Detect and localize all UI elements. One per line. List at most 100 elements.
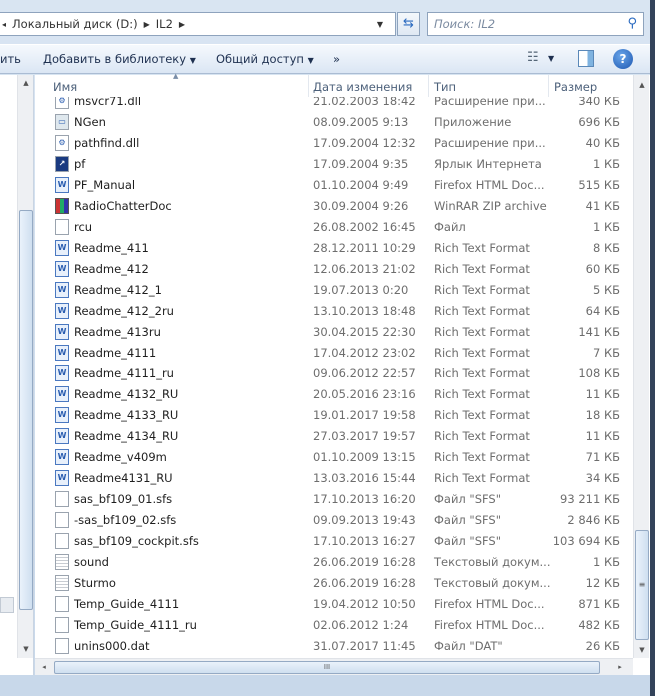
file-row[interactable]: W Readme_413ru 30.04.2015 22:30 Rich Tex…: [35, 322, 633, 343]
breadcrumb-folder[interactable]: IL2: [156, 17, 173, 31]
file-name: Readme4131_RU: [74, 471, 173, 486]
cut-button[interactable]: ить: [0, 52, 21, 66]
file-row[interactable]: W PF_Manual 01.10.2004 9:49 Firefox HTML…: [35, 175, 633, 196]
file-date: 31.07.2017 11:45: [313, 638, 416, 653]
file-name: unins000.dat: [74, 638, 150, 653]
preview-pane-icon[interactable]: [578, 50, 594, 67]
scroll-up-icon[interactable]: ▲: [19, 75, 33, 91]
scroll-down-icon[interactable]: ▼: [19, 641, 33, 657]
share-button[interactable]: Общий доступ ▼: [216, 52, 314, 66]
file-row[interactable]: W Readme_4111 17.04.2012 23:02 Rich Text…: [35, 343, 633, 364]
file-row[interactable]: -sas_bf109_02.sfs 09.09.2013 19:43 Файл …: [35, 510, 633, 531]
chevron-down-icon: ▼: [189, 56, 196, 65]
file-date: 09.06.2012 22:57: [313, 366, 416, 381]
nav-item[interactable]: [0, 597, 14, 613]
file-row[interactable]: W Readme_412 12.06.2013 21:02 Rich Text …: [35, 259, 633, 280]
file-row[interactable]: Sturmo 26.06.2019 16:28 Текстовый докум.…: [35, 573, 633, 594]
help-icon[interactable]: ?: [613, 49, 633, 69]
file-row[interactable]: sas_bf109_cockpit.sfs 17.10.2013 16:27 Ф…: [35, 531, 633, 552]
column-type[interactable]: Тип: [434, 80, 456, 94]
breadcrumb-arrow-icon[interactable]: ▶: [179, 20, 185, 29]
view-dropdown-icon[interactable]: ▼: [548, 54, 554, 63]
file-type: Rich Text Format: [434, 324, 530, 339]
file-type: Rich Text Format: [434, 450, 530, 465]
file-list-scrollbar[interactable]: ▲ ≡ ▼: [633, 75, 649, 658]
horizontal-scrollbar[interactable]: ◂ III ▸: [35, 658, 633, 675]
more-button[interactable]: »: [333, 52, 340, 66]
view-options-icon[interactable]: ☷: [527, 50, 539, 65]
address-bar[interactable]: ◂ Локальный диск (D:) ▶ IL2 ▶ ▼: [0, 12, 396, 36]
sort-ascending-icon: ▲: [173, 72, 179, 80]
column-divider[interactable]: [308, 75, 309, 97]
file-type: Rich Text Format: [434, 345, 530, 360]
column-size[interactable]: Размер: [554, 80, 597, 94]
file-type: Rich Text Format: [434, 387, 530, 402]
file-file-icon: [55, 512, 69, 529]
file-row[interactable]: ↗ pf 17.09.2004 9:35 Ярлык Интернета 1 К…: [35, 154, 633, 175]
file-row[interactable]: rcu 26.08.2002 16:45 Файл 1 КБ: [35, 217, 633, 238]
rtf-file-icon: W: [55, 281, 69, 298]
file-row[interactable]: ▭ NGen 08.09.2005 9:13 Приложение 696 КБ: [35, 112, 633, 133]
history-dropdown-icon[interactable]: ▼: [377, 20, 383, 29]
file-row[interactable]: W Readme_4134_RU 27.03.2017 19:57 Rich T…: [35, 426, 633, 447]
file-size: 1 КБ: [592, 219, 620, 234]
file-name: Readme_412_2ru: [74, 303, 174, 318]
add-to-library-button[interactable]: Добавить в библиотеку ▼: [43, 52, 196, 66]
file-row[interactable]: RadioChatterDoc 30.09.2004 9:26 WinRAR Z…: [35, 196, 633, 217]
file-row[interactable]: W Readme_4133_RU 19.01.2017 19:58 Rich T…: [35, 405, 633, 426]
rtf-file-icon: W: [55, 428, 69, 445]
file-row[interactable]: W Readme_4111_ru 09.06.2012 22:57 Rich T…: [35, 363, 633, 384]
column-name[interactable]: Имя: [53, 80, 77, 94]
file-size: 696 КБ: [578, 114, 620, 129]
nav-scroll-thumb[interactable]: [19, 210, 33, 610]
column-header: Имя ▲ Дата изменения Тип Размер: [35, 72, 633, 97]
scroll-down-icon[interactable]: ▼: [635, 642, 649, 658]
nav-scrollbar[interactable]: ▲ ▼: [17, 75, 33, 658]
file-row[interactable]: W Readme4131_RU 13.03.2016 15:44 Rich Te…: [35, 468, 633, 489]
file-list-scroll-thumb[interactable]: ≡: [635, 530, 649, 640]
search-icon[interactable]: ⚲: [627, 16, 637, 31]
file-size: 1 КБ: [592, 555, 620, 570]
file-row[interactable]: sound 26.06.2019 16:28 Текстовый докум..…: [35, 552, 633, 573]
file-type: Rich Text Format: [434, 261, 530, 276]
horizontal-scroll-thumb[interactable]: III: [54, 661, 600, 674]
file-date: 30.04.2015 22:30: [313, 324, 416, 339]
refresh-button[interactable]: ⇆: [397, 12, 420, 36]
breadcrumb-arrow-icon[interactable]: ▶: [144, 20, 150, 29]
file-size: 60 КБ: [585, 261, 620, 276]
add-to-library-label: Добавить в библиотеку: [43, 52, 187, 66]
scroll-left-icon[interactable]: ◂: [37, 659, 51, 675]
search-input[interactable]: Поиск: IL2 ⚲: [427, 12, 644, 36]
file-type: Файл "SFS": [434, 534, 502, 549]
file-row[interactable]: unins000.dat 31.07.2017 11:45 Файл "DAT"…: [35, 636, 633, 657]
scroll-up-icon[interactable]: ▲: [635, 77, 649, 93]
file-row[interactable]: Temp_Guide_4111 19.04.2012 10:50 Firefox…: [35, 594, 633, 615]
file-row[interactable]: Temp_Guide_4111_ru 02.06.2012 1:24 Firef…: [35, 615, 633, 636]
file-type: Файл "SFS": [434, 492, 502, 507]
file-name: rcu: [74, 219, 93, 234]
file-row[interactable]: sas_bf109_01.sfs 17.10.2013 16:20 Файл "…: [35, 489, 633, 510]
file-row[interactable]: W Readme_v409m 01.10.2009 13:15 Rich Tex…: [35, 447, 633, 468]
file-type: Firefox HTML Doc...: [434, 597, 545, 612]
file-date: 17.09.2004 9:35: [313, 156, 409, 171]
file-row[interactable]: W Readme_412_1 19.07.2013 0:20 Rich Text…: [35, 280, 633, 301]
app-file-icon: ▭: [55, 113, 69, 130]
file-size: 18 КБ: [585, 408, 620, 423]
file-row[interactable]: W Readme_4132_RU 20.05.2016 23:16 Rich T…: [35, 384, 633, 405]
column-divider[interactable]: [428, 75, 429, 97]
breadcrumb-drive[interactable]: Локальный диск (D:): [12, 17, 138, 31]
window-border: [650, 0, 655, 696]
column-date[interactable]: Дата изменения: [313, 80, 412, 94]
file-date: 26.08.2002 16:45: [313, 219, 416, 234]
file-size: 8 КБ: [592, 240, 620, 255]
file-size: 11 КБ: [585, 429, 620, 444]
rtf-file-icon: W: [55, 239, 69, 256]
file-row[interactable]: ⚙ pathfind.dll 17.09.2004 12:32 Расширен…: [35, 133, 633, 154]
file-name: Readme_4132_RU: [74, 387, 179, 402]
scroll-right-icon[interactable]: ▸: [613, 659, 627, 675]
column-divider[interactable]: [548, 75, 549, 97]
file-name: Temp_Guide_4111_ru: [74, 618, 197, 632]
file-name: Readme_413ru: [74, 324, 161, 339]
file-row[interactable]: W Readme_412_2ru 13.10.2013 18:48 Rich T…: [35, 301, 633, 322]
file-row[interactable]: W Readme_411 28.12.2011 10:29 Rich Text …: [35, 238, 633, 259]
